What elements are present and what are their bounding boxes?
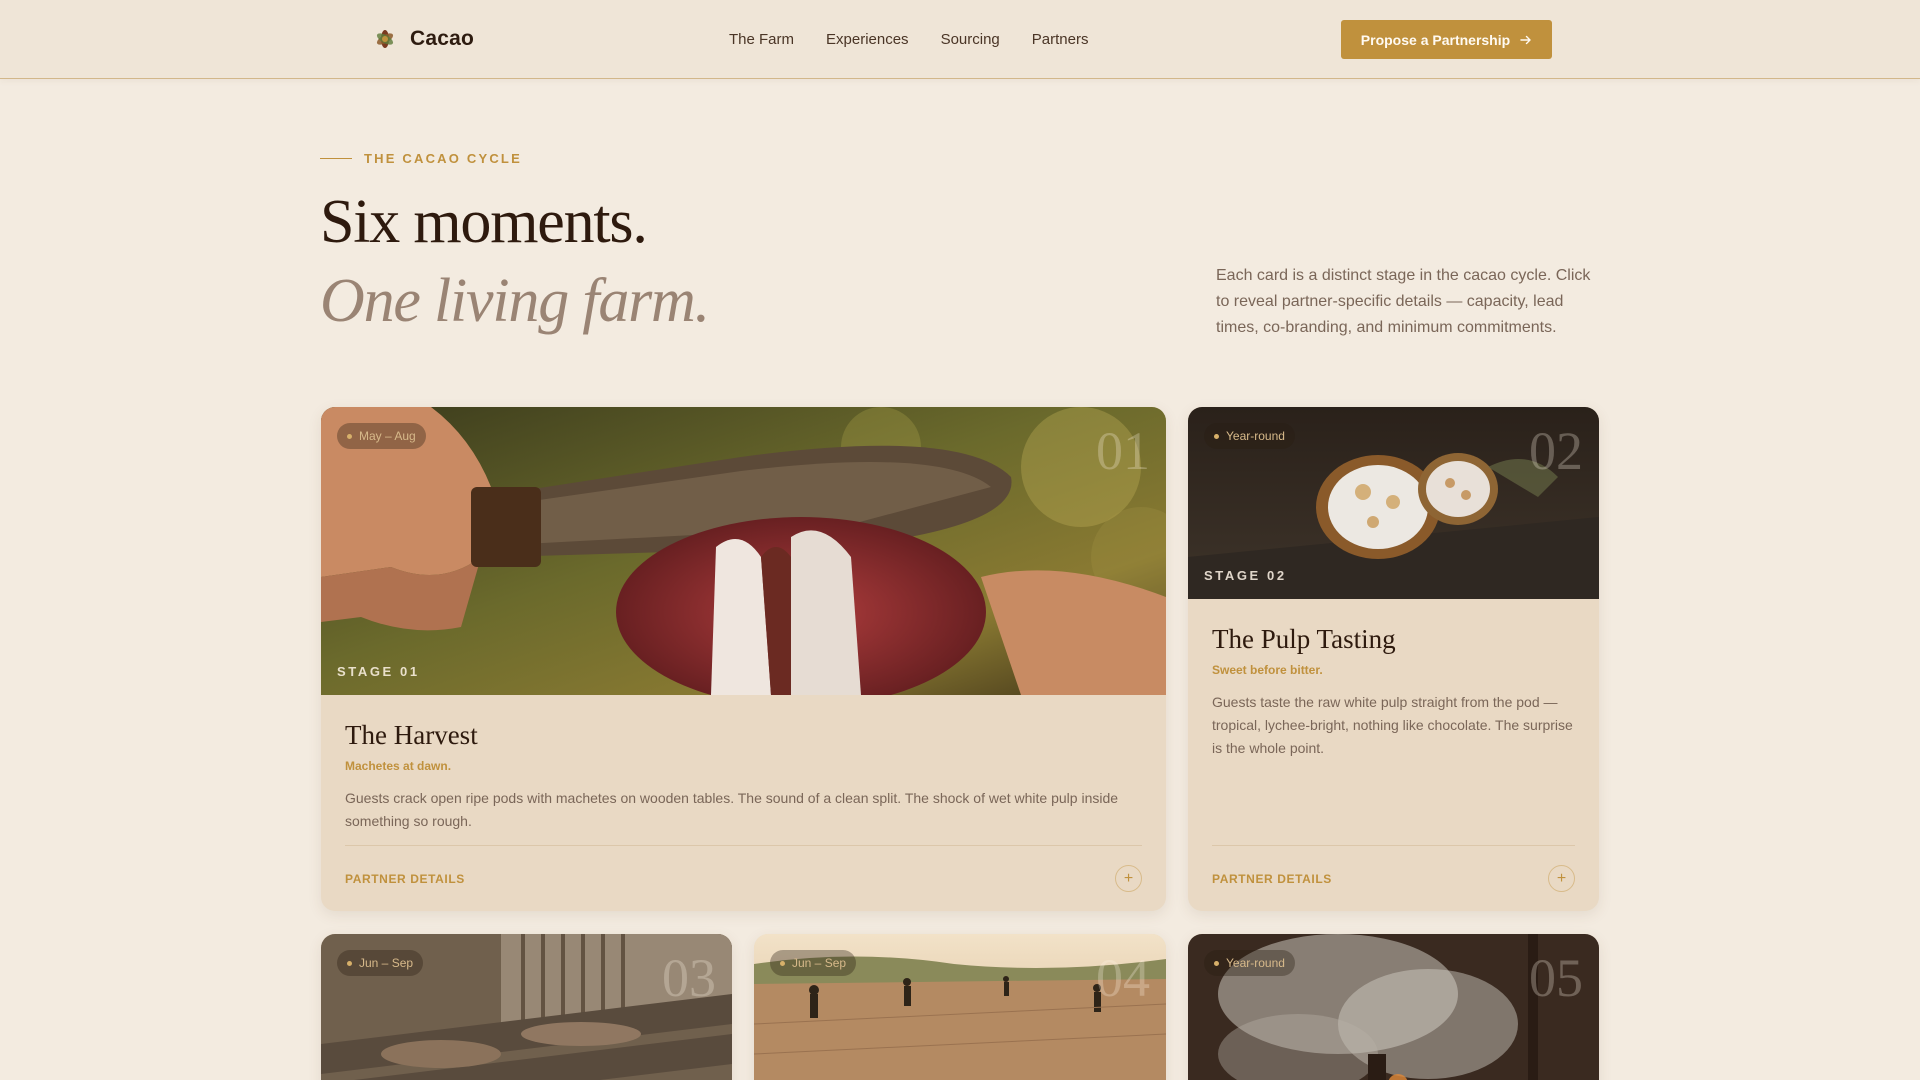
season-badge: Year-round	[1204, 423, 1295, 449]
card-description: Guests taste the raw white pulp straight…	[1212, 694, 1573, 756]
card-body: The Harvest Machetes at dawn. Guests cra…	[321, 695, 1166, 911]
eyebrow-text: THE CACAO CYCLE	[364, 151, 522, 166]
partner-details-link[interactable]: PARTNER DETAILS	[345, 872, 465, 886]
card-body: The Pulp Tasting Sweet before bitter. Gu…	[1188, 599, 1599, 911]
stage-number: 02	[1529, 421, 1583, 481]
nav-link-sourcing[interactable]: Sourcing	[941, 31, 1000, 48]
card-image-pulp: Year-round 02 STAGE 02	[1188, 407, 1599, 599]
stage-card-harvest[interactable]: May – Aug 01 STAGE 01 The Harvest Machet…	[321, 407, 1166, 911]
stage-card-03[interactable]: Jun – Sep 03	[321, 934, 732, 1080]
stage-card-pulp-tasting[interactable]: Year-round 02 STAGE 02 The Pulp Tasting …	[1188, 407, 1599, 911]
season-badge: Jun – Sep	[337, 950, 424, 976]
card-subtitle: Machetes at dawn.	[345, 759, 452, 773]
nav-link-the-farm[interactable]: The Farm	[729, 31, 794, 48]
card-image-roasting: Year-round 05	[1188, 934, 1599, 1080]
page-headline-italic: One living farm.	[320, 267, 710, 335]
expand-plus-icon[interactable]: +	[1115, 865, 1142, 892]
stage-number: 05	[1529, 948, 1583, 1008]
brand-name: Cacao	[410, 27, 475, 50]
eyebrow-rule	[320, 158, 352, 159]
card-footer: PARTNER DETAILS +	[1212, 845, 1575, 911]
harvest-photo	[321, 407, 1166, 695]
cta-label: Propose a Partnership	[1360, 31, 1511, 48]
card-description: Guests crack open ripe pods with machete…	[345, 790, 1119, 829]
season-badge: Year-round	[1204, 950, 1295, 976]
expand-plus-icon[interactable]: +	[1548, 865, 1575, 892]
season-badge: May – Aug	[337, 423, 426, 449]
stage-card-04[interactable]: Jun – Sep 04	[754, 934, 1166, 1080]
stage-number: 01	[1096, 421, 1150, 481]
nav-link-partners[interactable]: Partners	[1032, 31, 1089, 48]
propose-partnership-button[interactable]: Propose a Partnership	[1341, 20, 1552, 59]
page-headline: Six moments.	[320, 188, 648, 256]
stage-label: STAGE 01	[337, 664, 420, 679]
section-eyebrow: THE CACAO CYCLE	[320, 151, 522, 166]
intro-paragraph: Each card is a distinct stage in the cac…	[1216, 267, 1591, 336]
card-title: The Pulp Tasting	[1212, 624, 1396, 654]
main-nav: The Farm Experiences Sourcing Partners	[729, 31, 1088, 48]
stage-label: STAGE 02	[1204, 568, 1287, 583]
season-badge: Jun – Sep	[770, 950, 857, 976]
card-image-fermentation: Jun – Sep 03	[321, 934, 732, 1080]
stage-number: 03	[662, 948, 716, 1008]
card-footer: PARTNER DETAILS +	[345, 845, 1142, 911]
card-subtitle: Sweet before bitter.	[1212, 663, 1323, 677]
card-image-drying: Jun – Sep 04	[754, 934, 1166, 1080]
card-title: The Harvest	[345, 720, 478, 750]
arrow-right-icon	[1520, 35, 1531, 44]
stage-card-05[interactable]: Year-round 05	[1188, 934, 1599, 1080]
nav-link-experiences[interactable]: Experiences	[826, 31, 909, 48]
top-navigation: Cacao The Farm Experiences Sourcing Part…	[0, 0, 1920, 79]
card-image-harvest: May – Aug 01 STAGE 01	[321, 407, 1166, 695]
cacao-pod-icon	[376, 30, 394, 48]
partner-details-link[interactable]: PARTNER DETAILS	[1212, 872, 1332, 886]
brand-logo[interactable]: Cacao	[372, 26, 474, 52]
stage-number: 04	[1096, 948, 1150, 1008]
